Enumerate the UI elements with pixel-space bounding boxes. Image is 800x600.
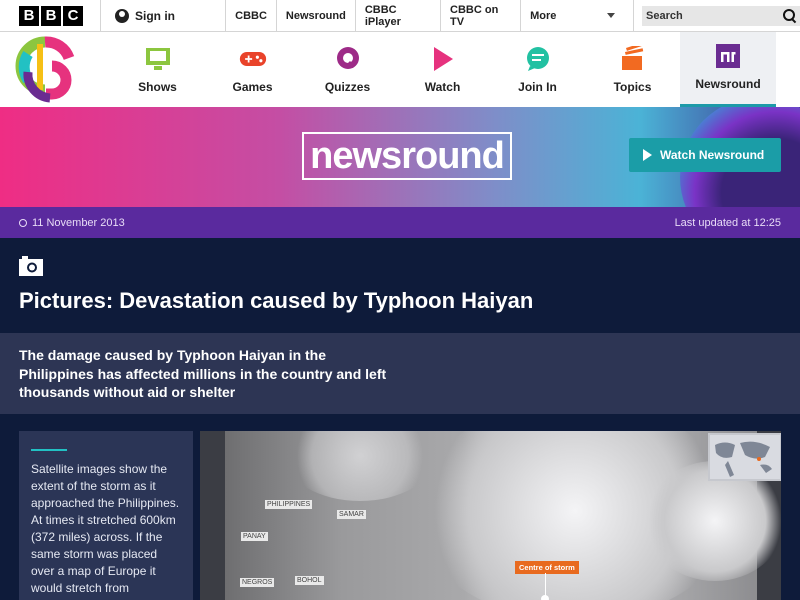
nav-link-newsround[interactable]: Newsround bbox=[275, 0, 355, 32]
nav-shows-label: Shows bbox=[138, 80, 177, 94]
published-date: 11 November 2013 bbox=[19, 217, 125, 229]
map-label-samar: SAMAR bbox=[337, 510, 366, 519]
locator-map bbox=[708, 433, 781, 481]
chat-icon bbox=[524, 46, 552, 72]
map-label-philippines: PHILIPPINES bbox=[265, 500, 313, 509]
satellite-image[interactable]: PHILIPPINES SAMAR PANAY NEGROS BOHOL Cen… bbox=[200, 431, 781, 600]
storm-centre-label: Centre of storm bbox=[515, 561, 579, 574]
gamepad-icon bbox=[239, 46, 267, 72]
newsround-logo[interactable]: newsround bbox=[302, 132, 512, 180]
topics-icon bbox=[619, 46, 647, 72]
search-icon[interactable] bbox=[783, 9, 796, 22]
bbc-logo-letter-c: C bbox=[63, 5, 83, 26]
storm-cloud bbox=[285, 431, 435, 501]
play-icon bbox=[643, 149, 652, 161]
more-menu[interactable]: More bbox=[520, 0, 624, 32]
nav-topics-label: Topics bbox=[613, 80, 652, 94]
gallery-area: Satellite images show the extent of the … bbox=[0, 414, 800, 600]
caption-accent-line bbox=[31, 449, 67, 451]
article-summary: The damage caused by Typhoon Haiyan in t… bbox=[0, 333, 800, 414]
search-placeholder: Search bbox=[646, 9, 683, 22]
nav-games-label: Games bbox=[232, 80, 273, 94]
nav-quizzes[interactable]: Quizzes bbox=[300, 32, 395, 107]
camera-icon bbox=[19, 256, 43, 276]
quiz-icon bbox=[334, 46, 362, 72]
nav-quizzes-label: Quizzes bbox=[324, 80, 371, 94]
newsround-banner: newsround Watch Newsround bbox=[0, 107, 800, 207]
map-label-panay: PANAY bbox=[241, 532, 268, 541]
monitor-icon bbox=[144, 46, 172, 72]
nav-link-cbbc-on-tv[interactable]: CBBC on TV bbox=[440, 0, 520, 32]
page-title: Pictures: Devastation caused by Typhoon … bbox=[19, 288, 534, 313]
cbbc-logo[interactable] bbox=[0, 32, 110, 107]
nav-link-cbbc-iplayer[interactable]: CBBC iPlayer bbox=[354, 0, 440, 32]
watch-newsround-label: Watch Newsround bbox=[660, 148, 765, 162]
nav-newsround[interactable]: Newsround bbox=[680, 32, 776, 107]
storm-centre-marker bbox=[541, 595, 549, 600]
sign-in-label: Sign in bbox=[135, 8, 175, 23]
clock-icon bbox=[19, 218, 27, 227]
nav-watch-label: Watch bbox=[424, 80, 461, 94]
headline-area: Pictures: Devastation caused by Typhoon … bbox=[0, 238, 800, 333]
cbbc-nav: Shows Games Quizzes Watch Join In Topics bbox=[0, 32, 800, 107]
nav-newsround-label: Newsround bbox=[695, 77, 761, 91]
search-input[interactable]: Search bbox=[642, 5, 800, 26]
nav-join-in[interactable]: Join In bbox=[490, 32, 585, 107]
map-label-bohol: BOHOL bbox=[295, 576, 324, 585]
user-icon bbox=[115, 8, 129, 23]
bbc-logo-letter-b2: B bbox=[41, 5, 61, 26]
more-label: More bbox=[530, 9, 557, 22]
nav-watch[interactable]: Watch bbox=[395, 32, 490, 107]
bbc-global-bar: B B C Sign in CBBC Newsround CBBC iPlaye… bbox=[0, 0, 800, 32]
bbc-logo[interactable]: B B C bbox=[19, 5, 83, 26]
nav-shows[interactable]: Shows bbox=[110, 32, 205, 107]
summary-text: The damage caused by Typhoon Haiyan in t… bbox=[19, 347, 387, 400]
published-date-text: 11 November 2013 bbox=[32, 216, 125, 229]
search-container: Search bbox=[633, 0, 800, 32]
world-map-icon bbox=[715, 441, 772, 477]
map-label-negros: NEGROS bbox=[240, 578, 275, 587]
caption-text: Satellite images show the extent of the … bbox=[31, 462, 180, 595]
date-bar: 11 November 2013 Last updated at 12:25 bbox=[0, 207, 800, 238]
newsround-icon bbox=[714, 43, 742, 69]
nav-topics[interactable]: Topics bbox=[585, 32, 680, 107]
nav-games[interactable]: Games bbox=[205, 32, 300, 107]
play-icon bbox=[429, 46, 457, 72]
sign-in-link[interactable]: Sign in bbox=[100, 0, 225, 32]
caption-box: Satellite images show the extent of the … bbox=[19, 431, 193, 600]
last-updated: Last updated at 12:25 bbox=[674, 216, 781, 229]
nav-link-cbbc[interactable]: CBBC bbox=[225, 0, 276, 32]
bbc-logo-letter-b1: B bbox=[19, 5, 39, 26]
cbbc-logo-icon bbox=[15, 36, 75, 103]
satellite-image-content: PHILIPPINES SAMAR PANAY NEGROS BOHOL Cen… bbox=[225, 431, 781, 600]
nav-join-in-label: Join In bbox=[518, 80, 557, 94]
chevron-down-icon bbox=[607, 12, 615, 18]
watch-newsround-button[interactable]: Watch Newsround bbox=[629, 138, 781, 172]
